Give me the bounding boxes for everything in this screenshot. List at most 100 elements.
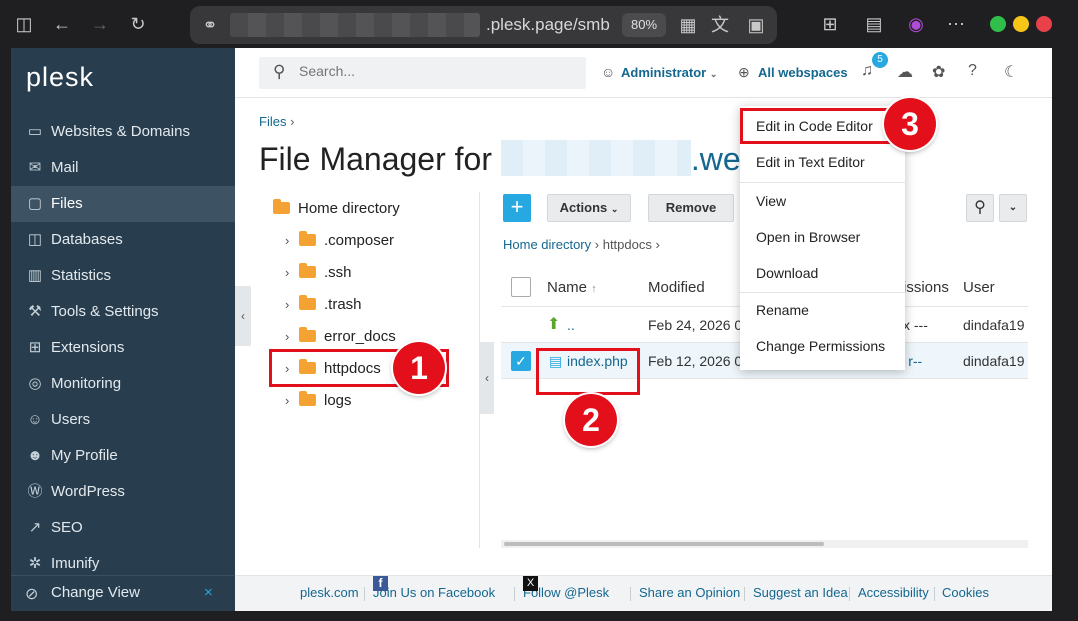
search-box[interactable]: ⚲ [259,57,586,89]
database-icon: ◫ [27,231,43,248]
tools-icon: ⚒ [28,303,42,320]
scrollbar-thumb[interactable] [504,542,824,546]
sidebar-item-label: Tools & Settings [51,303,159,320]
sidebar-item-seo[interactable]: ↗ SEO [11,510,235,546]
menu-item-open-in-browser[interactable]: Open in Browser [740,219,905,255]
cat-icon[interactable]: ✿ [932,62,945,82]
file-modified: Feb 24, 2026 0 [648,317,743,333]
menu-item-rename[interactable]: Rename [740,292,905,328]
sidebar-item-mail[interactable]: ✉ Mail [11,150,235,186]
plesk-logo[interactable]: plesk [26,62,94,93]
back-arrow-icon[interactable]: ← [50,12,74,36]
sidebar-item-tools-settings[interactable]: ⚒ Tools & Settings [11,294,235,330]
horizontal-scrollbar[interactable] [501,540,1028,548]
file-permissions: x --- [903,317,928,333]
user-menu-label: Administrator [621,65,707,80]
footer-link-opinion[interactable]: Share an Opinion [639,576,740,610]
sidebar-toggle-icon[interactable]: ◫ [12,12,36,36]
footer-link-plesk[interactable]: plesk.com [300,576,359,610]
sidebar-item-websites-domains[interactable]: ▭ Websites & Domains [11,114,235,150]
sidebar-item-users[interactable]: ☺ Users [11,402,235,438]
extensions-grid-icon[interactable]: ⊞ [818,12,842,36]
breadcrumb-files[interactable]: Files [259,114,286,129]
file-name[interactable]: .. [567,307,575,343]
cloud-icon[interactable]: ☁ [897,62,913,82]
tree-folder-ssh[interactable]: › .ssh [285,257,352,289]
sidebar-item-databases[interactable]: ◫ Databases [11,222,235,258]
breadcrumb: Files › [259,114,294,129]
column-user[interactable]: User [963,279,995,296]
callout-number: 3 [884,98,936,150]
remove-button[interactable]: Remove [648,194,734,222]
reload-icon[interactable]: ↻ [126,12,150,36]
qr-code-icon[interactable]: ▦ [676,13,700,37]
sidebar-item-files[interactable]: ▢ Files [11,186,235,222]
forward-arrow-icon[interactable]: → [88,12,112,36]
chevron-right-icon[interactable]: › [285,289,299,321]
chevron-down-icon[interactable]: ⌄ [999,194,1027,222]
chevron-right-icon[interactable]: › [285,225,299,257]
path-home[interactable]: Home directory [503,237,591,252]
change-view[interactable]: ⊘ Change View × [11,575,235,611]
column-name[interactable]: Name ↑ [547,279,597,296]
menu-item-change-permissions[interactable]: Change Permissions [740,328,905,364]
footer-link-accessibility[interactable]: Accessibility [858,576,929,610]
webspaces-selector[interactable]: All webspaces [758,65,848,80]
tree-folder-logs[interactable]: › logs [285,385,352,417]
select-all-checkbox[interactable] [511,277,531,297]
close-icon[interactable]: × [204,584,213,601]
user-menu[interactable]: Administrator ⌄ [621,65,717,80]
menu-item-edit-text-editor[interactable]: Edit in Text Editor [740,144,905,180]
sidebar-item-wordpress[interactable]: Ⓦ WordPress [11,474,235,510]
close-window-icon[interactable] [1036,16,1052,32]
domain-redacted [500,140,691,176]
notifications-bell-icon[interactable]: ♫ [861,62,873,80]
globe-icon: ⊕ [738,64,750,80]
path-current: httpdocs [602,237,652,252]
extension-logo-icon[interactable]: ◉ [904,12,928,36]
add-button[interactable]: + [503,194,531,222]
tree-folder-trash[interactable]: › .trash [285,289,362,321]
translate-icon[interactable]: 文 [708,13,732,37]
chevron-right-icon[interactable]: › [285,385,299,417]
maximize-window-icon[interactable] [990,16,1006,32]
dark-mode-icon[interactable]: ☾ [1004,62,1018,82]
footer-divider [849,587,850,601]
search-icon[interactable]: ⚲ [966,194,994,222]
document-icon[interactable]: ▤ [862,12,886,36]
site-info-icon[interactable]: ⚭ [198,13,222,37]
zoom-indicator[interactable]: 80% [622,13,666,37]
sidebar-item-my-profile[interactable]: ☻ My Profile [11,438,235,474]
more-menu-icon[interactable]: ⋯ [944,12,968,36]
help-icon[interactable]: ? [968,62,977,80]
footer-link-cookies[interactable]: Cookies [942,576,989,610]
callout-box-code-editor [740,108,895,144]
menu-item-view[interactable]: View [740,183,905,219]
sidebar-item-monitoring[interactable]: ◎ Monitoring [11,366,235,402]
sidebar-collapse-handle[interactable]: ‹ [235,286,251,346]
footer-divider [934,587,935,601]
chevron-down-icon: ⌄ [709,69,718,79]
address-bar[interactable]: ⚭ .plesk.page/smb 80% ▦ 文 ▣ [190,6,777,44]
sidebar-item-statistics[interactable]: ▥ Statistics [11,258,235,294]
actions-button[interactable]: Actions ⌄ [547,194,631,222]
footer-link-suggest[interactable]: Suggest an Idea [753,576,848,610]
minimize-window-icon[interactable] [1013,16,1029,32]
search-input[interactable] [299,63,569,79]
browser-toolbar: ◫ ← → ↻ ⚭ .plesk.page/smb 80% ▦ 文 ▣ ⊞ ▤ … [0,0,1078,50]
chevron-right-icon: › [655,237,660,252]
actions-label: Actions [559,200,608,215]
reader-icon[interactable]: ▣ [744,13,768,37]
column-permissions[interactable]: issions [903,279,949,296]
tree-home-directory[interactable]: Home directory [273,193,400,225]
chevron-right-icon[interactable]: › [285,257,299,289]
tree-folder-composer[interactable]: › .composer [285,225,394,257]
column-modified[interactable]: Modified [648,279,705,296]
callout-number: 1 [393,342,445,394]
sidebar-item-label: Files [51,195,83,212]
page-title-domain[interactable]: .we [691,141,741,177]
tree-collapse-handle[interactable]: ‹ [480,342,494,414]
row-checkbox[interactable]: ✓ [511,351,531,371]
menu-item-download[interactable]: Download [740,255,905,291]
sidebar-item-extensions[interactable]: ⊞ Extensions [11,330,235,366]
